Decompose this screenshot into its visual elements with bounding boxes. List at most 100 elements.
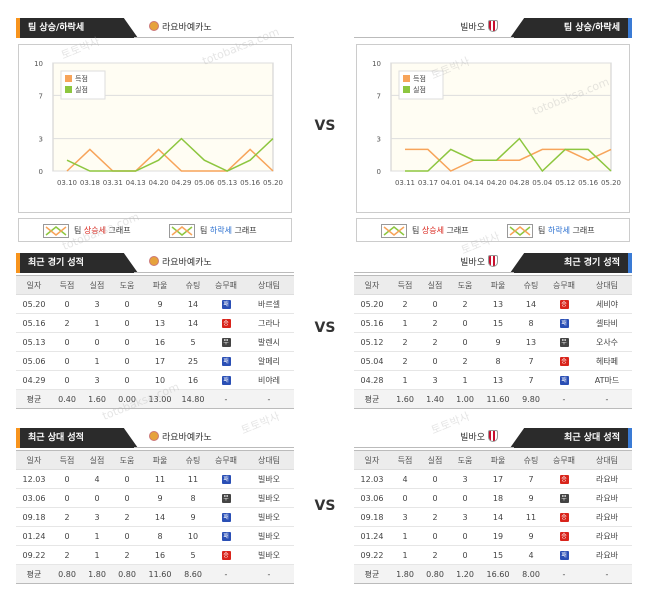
stat-cell: 01.24 <box>354 526 390 546</box>
result-cell: 패 <box>546 313 582 333</box>
h2h-panel-right: 최근 상대 성적 빌바오 일자 득점 실점 도움 파울 슈팅 승무패 상대팀 12.03 4 0 3 1… <box>354 428 632 584</box>
stat-cell: 0 <box>52 488 82 508</box>
team-name-right: 빌바오 <box>460 18 498 38</box>
down-graph-icon <box>507 224 533 238</box>
column-header: 일자 <box>16 450 52 470</box>
stat-cell: 14 <box>516 294 546 314</box>
result-cell: 승 <box>546 469 582 489</box>
legend-label: 실점 <box>75 85 88 94</box>
result-loss-icon: 패 <box>221 356 231 366</box>
stat-cell: 1 <box>390 370 420 390</box>
x-tick-label: 05.04 <box>532 179 553 187</box>
table-row: 05.13 0 0 0 16 5 무 발렌시 <box>16 332 294 352</box>
stat-cell: 7 <box>516 469 546 489</box>
result-loss-icon: 패 <box>559 550 569 560</box>
x-tick-label: 03.11 <box>395 179 415 187</box>
stat-cell: 2 <box>420 313 450 333</box>
y-tick-label: 10 <box>34 60 43 68</box>
bilbao-logo-icon <box>488 255 498 267</box>
stat-cell: 05.16 <box>354 313 390 333</box>
opponent-cell: 라요바 <box>582 469 632 489</box>
stat-cell: 2 <box>52 545 82 565</box>
stat-cell: 1 <box>82 313 112 333</box>
average-cell: 1.80 <box>82 564 112 584</box>
average-cell: 8.00 <box>516 564 546 584</box>
stat-cell: 17 <box>142 351 178 371</box>
stat-cell: 09.22 <box>16 545 52 565</box>
stat-cell: 0 <box>112 370 142 390</box>
chart-legend: 득점실점 <box>398 70 444 100</box>
average-cell: - <box>244 564 294 584</box>
average-cell: 1.00 <box>450 389 480 409</box>
average-cell: 1.80 <box>390 564 420 584</box>
column-header: 일자 <box>16 275 52 295</box>
stat-cell: 4 <box>82 469 112 489</box>
column-header: 승무패 <box>208 275 244 295</box>
column-header: 득점 <box>52 275 82 295</box>
opponent-cell: 라요바 <box>582 488 632 508</box>
table-row: 01.24 1 0 0 19 9 승 라요바 <box>354 526 632 546</box>
section-title: 최근 경기 성적 <box>20 253 138 273</box>
team-name-right: 빌바오 <box>460 428 498 448</box>
header-accent <box>16 253 20 273</box>
stat-cell: 16 <box>142 545 178 565</box>
result-loss-icon: 패 <box>559 375 569 385</box>
stat-cell: 12.03 <box>16 469 52 489</box>
section-title: 최근 경기 성적 <box>510 253 628 273</box>
stat-cell: 2 <box>390 351 420 371</box>
stat-cell: 03.06 <box>16 488 52 508</box>
column-header: 득점 <box>52 450 82 470</box>
column-header: 승무패 <box>546 275 582 295</box>
x-tick-label: 05.20 <box>263 179 283 187</box>
opponent-cell: 바르셀 <box>244 294 294 314</box>
average-cell: 0.80 <box>52 564 82 584</box>
rayo-logo-icon <box>149 21 159 31</box>
result-win-icon: 승 <box>559 531 569 541</box>
average-cell: - <box>208 389 244 409</box>
average-cell: 0.40 <box>52 389 82 409</box>
stat-cell: 09.22 <box>354 545 390 565</box>
stat-cell: 05.06 <box>16 351 52 371</box>
stats-table: 일자 득점 실점 도움 파울 슈팅 승무패 상대팀 05.20 2 0 2 13 14 승 세비야 05.16 1… <box>354 275 632 409</box>
column-header: 일자 <box>354 450 390 470</box>
column-header: 상대팀 <box>244 450 294 470</box>
table-row: 05.16 1 2 0 15 8 패 셀타비 <box>354 313 632 333</box>
table-row: 04.28 1 3 1 13 7 패 AT마드 <box>354 370 632 390</box>
x-tick-label: 05.13 <box>217 179 237 187</box>
line-chart: 0 3 7 10 03.10 03.18 03.31 04.13 04.20 04.29 05.06… <box>34 60 283 187</box>
result-cell: 패 <box>208 294 244 314</box>
stat-cell: 14 <box>142 507 178 527</box>
opponent-cell: 라요바 <box>582 545 632 565</box>
result-cell: 패 <box>208 351 244 371</box>
average-cell: 평균 <box>16 389 52 409</box>
average-cell: 0.00 <box>112 389 142 409</box>
result-loss-icon: 패 <box>221 375 231 385</box>
result-draw-icon: 무 <box>559 337 569 347</box>
average-cell: - <box>244 389 294 409</box>
result-cell: 승 <box>208 545 244 565</box>
stat-cell: 0 <box>82 488 112 508</box>
stat-cell: 11 <box>142 469 178 489</box>
header-accent <box>628 18 632 38</box>
stat-cell: 2 <box>420 507 450 527</box>
result-cell: 승 <box>546 526 582 546</box>
stat-cell: 0 <box>112 488 142 508</box>
average-cell: 1.40 <box>420 389 450 409</box>
stat-cell: 7 <box>516 351 546 371</box>
table-row: 12.03 0 4 0 11 11 패 빌바오 <box>16 469 294 489</box>
stat-cell: 0 <box>52 332 82 352</box>
section-title: 최근 상대 성적 <box>510 428 628 448</box>
vs-label-h2h: VS <box>314 498 336 514</box>
column-header: 슈팅 <box>516 450 546 470</box>
stat-cell: 04.28 <box>354 370 390 390</box>
average-cell: - <box>582 389 632 409</box>
x-tick-label: 03.10 <box>57 179 77 187</box>
vs-label-trend: VS <box>314 118 336 134</box>
stat-cell: 05.13 <box>16 332 52 352</box>
table-row: 05.12 2 2 0 9 13 무 오사수 <box>354 332 632 352</box>
average-cell: 평균 <box>354 389 390 409</box>
stat-cell: 1 <box>450 370 480 390</box>
stat-cell: 9 <box>480 332 516 352</box>
average-row: 평균 1.80 0.80 1.20 16.60 8.00- - <box>354 564 632 584</box>
opponent-cell: 비야레 <box>244 370 294 390</box>
